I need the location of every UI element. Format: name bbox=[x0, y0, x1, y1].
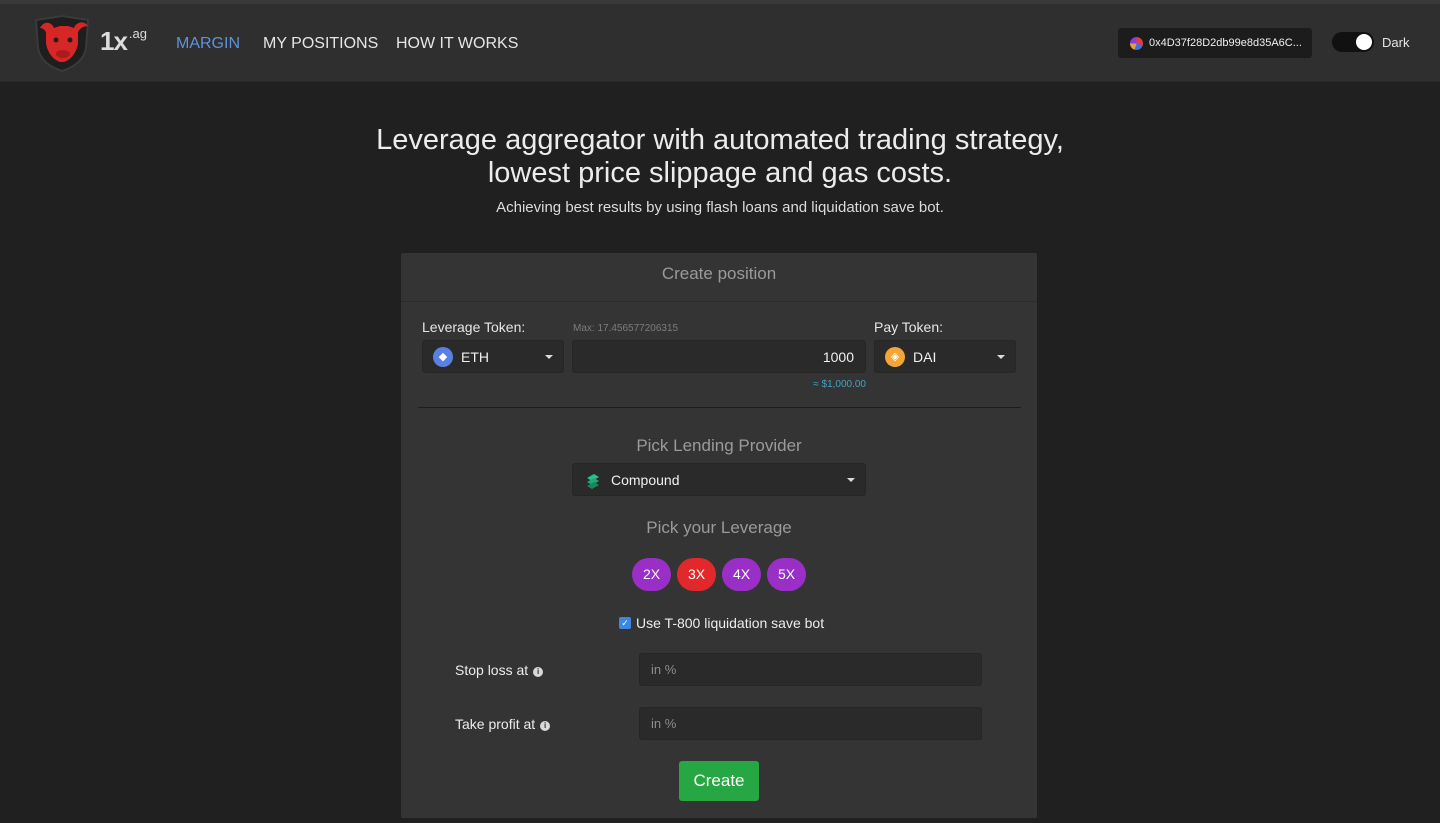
theme-label: Dark bbox=[1382, 35, 1410, 50]
take-profit-input[interactable] bbox=[639, 707, 982, 740]
toggle-knob bbox=[1356, 34, 1372, 50]
navbar: 1x .ag MARGIN MY POSITIONS HOW IT WORKS 0… bbox=[0, 4, 1440, 82]
leverage-2x-button[interactable]: 2X bbox=[632, 558, 671, 591]
logo-bull-icon[interactable] bbox=[30, 14, 94, 72]
hero-title-line-1: Leverage aggregator with automated tradi… bbox=[376, 124, 1064, 156]
create-position-card: Create position Leverage Token: ◆ ETH Ma… bbox=[401, 253, 1037, 818]
leverage-4x-button[interactable]: 4X bbox=[722, 558, 761, 591]
wallet-address: 0x4D37f28D2db99e8d35A6C... bbox=[1149, 37, 1302, 49]
pay-token-select[interactable]: ◈ DAI bbox=[874, 340, 1016, 373]
stop-loss-input[interactable] bbox=[639, 653, 982, 686]
checkbox-checked-icon[interactable]: ✓ bbox=[619, 617, 631, 629]
create-button[interactable]: Create bbox=[679, 761, 759, 801]
nav-margin[interactable]: MARGIN bbox=[176, 35, 240, 53]
lending-provider-select[interactable]: Compound bbox=[572, 463, 866, 496]
pay-token-value: DAI bbox=[913, 348, 937, 365]
leverage-title: Pick your Leverage bbox=[646, 518, 792, 537]
leverage-token-select[interactable]: ◆ ETH bbox=[422, 340, 564, 373]
wallet-button[interactable]: 0x4D37f28D2db99e8d35A6C... bbox=[1118, 28, 1312, 58]
hero-title: Leverage aggregator with automated tradi… bbox=[0, 124, 1440, 190]
compound-icon bbox=[587, 473, 599, 489]
leverage-5x-button[interactable]: 5X bbox=[767, 558, 806, 591]
lending-provider-title: Pick Lending Provider bbox=[636, 436, 802, 455]
hero-subtitle: Achieving best results by using flash lo… bbox=[496, 199, 944, 216]
nav-how-it-works[interactable]: HOW IT WORKS bbox=[396, 35, 518, 53]
wallet-avatar-icon bbox=[1130, 36, 1143, 50]
brand-name[interactable]: 1x .ag bbox=[100, 26, 147, 57]
nav-my-positions[interactable]: MY POSITIONS bbox=[263, 35, 378, 53]
save-bot-label[interactable]: Use T-800 liquidation save bot bbox=[636, 615, 824, 631]
amount-input[interactable] bbox=[572, 340, 866, 373]
info-icon[interactable]: i bbox=[540, 721, 551, 731]
leverage-token-value: ETH bbox=[461, 348, 489, 365]
leverage-token-label: Leverage Token: bbox=[422, 319, 526, 335]
take-profit-text: Take profit at bbox=[455, 716, 536, 732]
dai-icon: ◈ bbox=[885, 346, 905, 367]
pay-token-label: Pay Token: bbox=[874, 319, 944, 335]
max-amount-label: Max: 17.456577206315 bbox=[573, 323, 679, 334]
lending-provider-value: Compound bbox=[611, 471, 680, 488]
card-header: Create position bbox=[401, 253, 1037, 302]
stop-loss-label: Stop loss at i bbox=[455, 662, 544, 678]
chevron-down-icon bbox=[545, 355, 553, 359]
eth-icon: ◆ bbox=[433, 346, 453, 367]
stop-loss-text: Stop loss at bbox=[455, 662, 529, 678]
hero-title-line-2: lowest price slippage and gas costs. bbox=[487, 157, 953, 189]
info-icon[interactable]: i bbox=[533, 667, 544, 677]
leverage-3x-button[interactable]: 3X bbox=[677, 558, 716, 591]
take-profit-label: Take profit at i bbox=[455, 716, 551, 732]
usd-value: ≈ $1,000.00 bbox=[813, 379, 866, 390]
divider bbox=[418, 407, 1021, 408]
theme-toggle[interactable] bbox=[1332, 32, 1374, 52]
chevron-down-icon bbox=[847, 478, 855, 482]
chevron-down-icon bbox=[997, 355, 1005, 359]
